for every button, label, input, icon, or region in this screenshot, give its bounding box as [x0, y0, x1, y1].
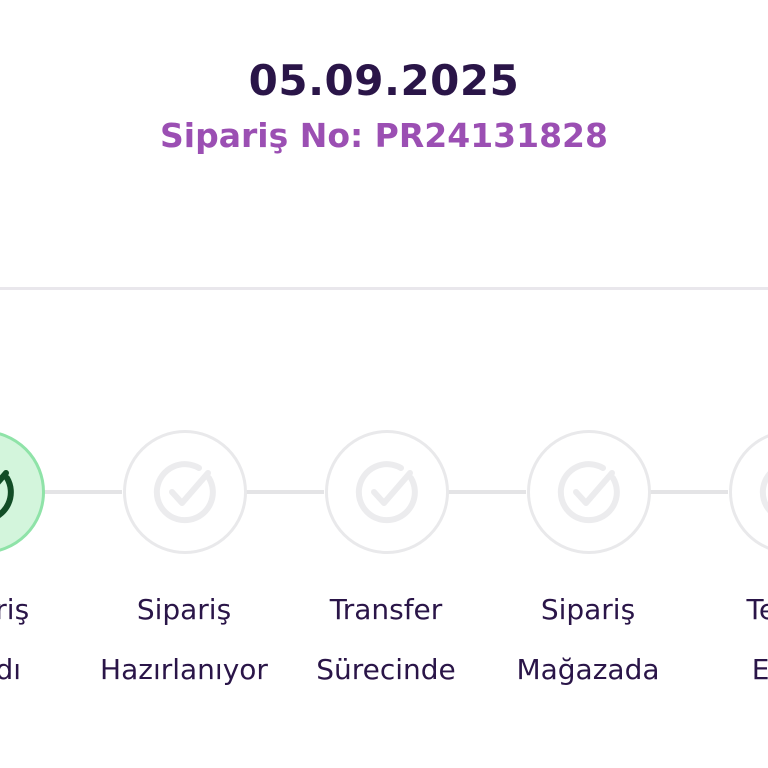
step-circle [123, 430, 247, 554]
order-number: Sipariş No: PR24131828 [160, 116, 608, 155]
step-connector [649, 490, 728, 494]
step-circle [0, 430, 45, 554]
step-circle [325, 430, 449, 554]
order-date: 05.09.2025 [248, 56, 520, 105]
step-connector [43, 490, 122, 494]
step-connector [245, 490, 324, 494]
step-connector [447, 490, 526, 494]
step-circle [527, 430, 651, 554]
step-circle [729, 430, 768, 554]
check-circle-icon [759, 471, 768, 514]
check-circle-icon [355, 461, 418, 524]
section-divider [0, 287, 768, 290]
check-circle-icon [557, 461, 620, 524]
check-circle-icon [0, 468, 14, 518]
step-label-line2: Edildi [751, 653, 768, 686]
order-tracking-page: 05.09.2025 Sipariş No: PR24131828 Sipari… [0, 0, 768, 768]
check-circle-icon [153, 461, 216, 524]
step-label-line1: Teslim [746, 593, 768, 626]
step-label: Teslim Edildi [670, 580, 768, 700]
